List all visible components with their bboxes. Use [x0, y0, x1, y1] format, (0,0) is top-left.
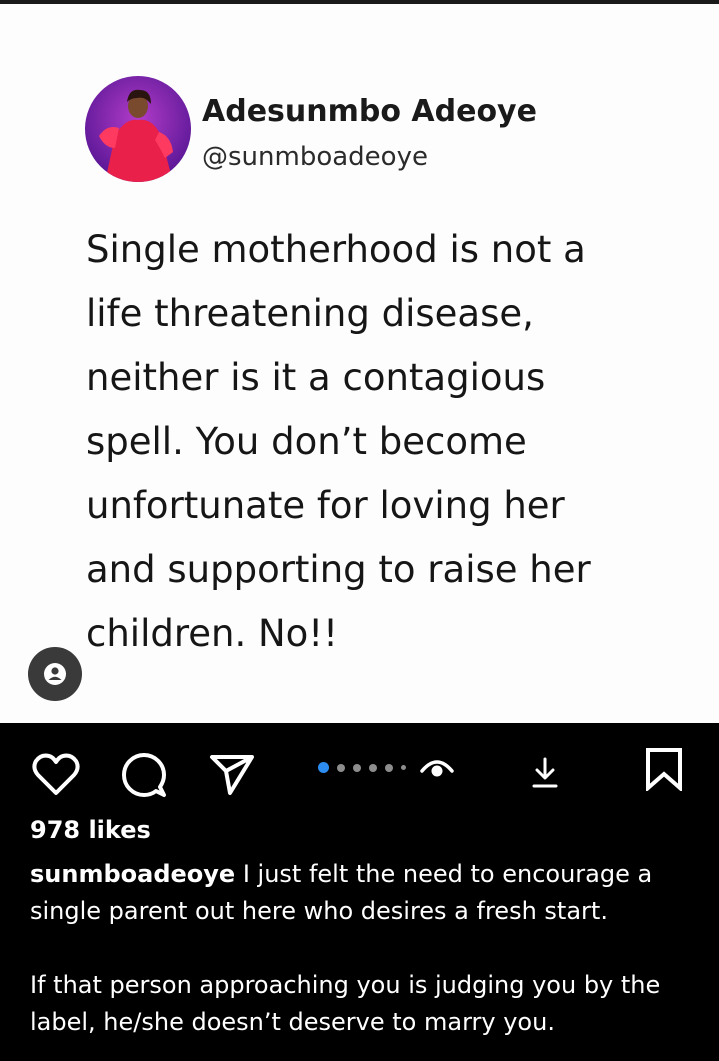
- post-line: Single motherhood is not a: [86, 228, 586, 271]
- caption-paragraph: If that person approaching you is judgin…: [30, 971, 661, 1036]
- post-line: unfortunate for loving her: [86, 484, 565, 527]
- post-image[interactable]: Adesunmbo Adeoye @sunmboadeoye Single mo…: [0, 4, 719, 723]
- profile-handle: @sunmboadeoye: [202, 142, 428, 172]
- post-line: children. No!!: [86, 612, 338, 655]
- carousel-dot: [369, 763, 377, 772]
- profile-name[interactable]: Adesunmbo Adeoye: [202, 94, 537, 129]
- carousel-dot: [353, 763, 361, 772]
- post-line: life threatening disease,: [86, 292, 534, 335]
- carousel-dot: [385, 763, 393, 772]
- eye-icon[interactable]: [420, 755, 454, 781]
- download-icon[interactable]: [531, 755, 559, 791]
- carousel-dot: [337, 763, 345, 772]
- post-quote: Single motherhood is not a life threaten…: [86, 218, 686, 666]
- heart-icon[interactable]: [32, 753, 80, 797]
- send-icon[interactable]: [208, 751, 256, 799]
- avatar[interactable]: [85, 76, 191, 182]
- tagged-users-button[interactable]: [28, 647, 82, 701]
- post-line: neither is it a contagious: [86, 356, 546, 399]
- person-tag-icon: [44, 663, 66, 685]
- bookmark-icon[interactable]: [643, 747, 685, 791]
- carousel-indicator: [318, 762, 406, 773]
- action-bar: [0, 723, 719, 823]
- avatar-image: [85, 76, 191, 182]
- carousel-dot: [318, 762, 329, 773]
- post-line: spell. You don’t become: [86, 420, 527, 463]
- post-caption: sunmboadeoye I just felt the need to enc…: [30, 856, 700, 1041]
- carousel-dot: [401, 765, 406, 770]
- likes-count[interactable]: 978 likes: [30, 816, 151, 844]
- caption-username[interactable]: sunmboadeoye: [30, 860, 235, 888]
- comment-icon[interactable]: [120, 751, 168, 799]
- caption-paragraph: sunmboadeoye I just felt the need to enc…: [30, 856, 700, 930]
- post-line: and supporting to raise her: [86, 548, 591, 591]
